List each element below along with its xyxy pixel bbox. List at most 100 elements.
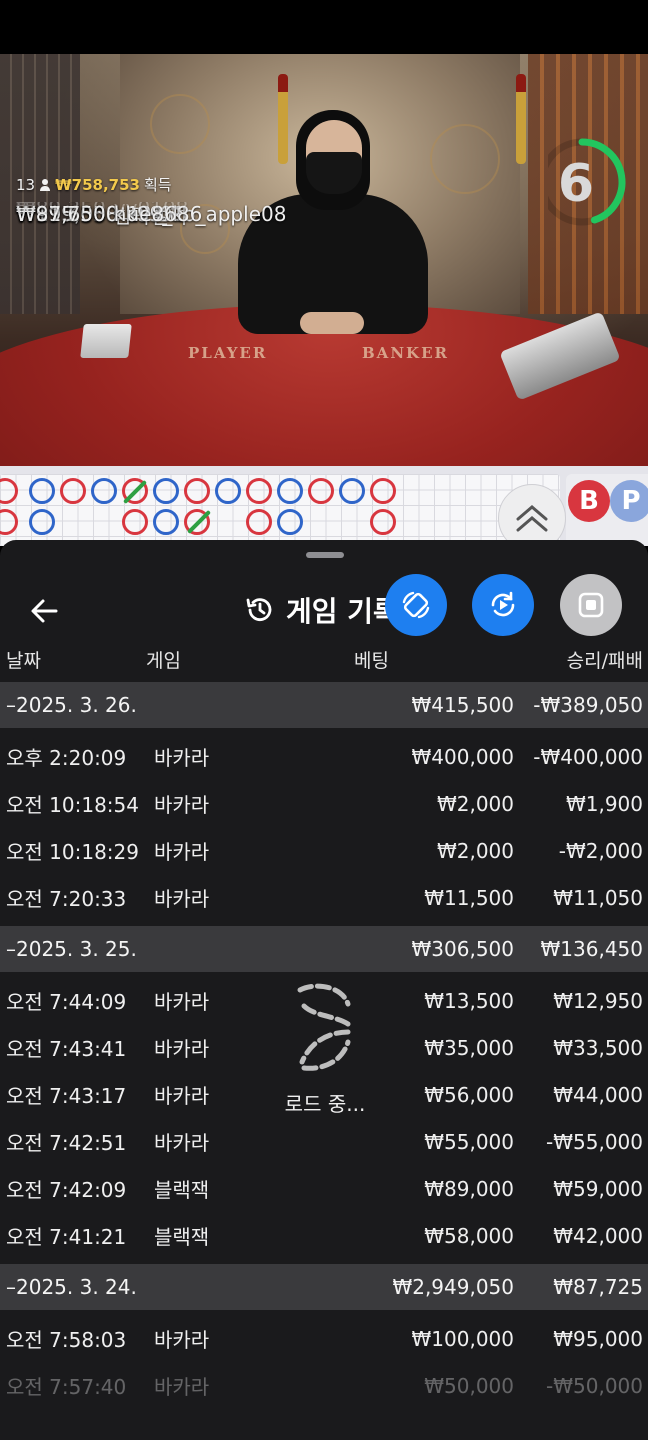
banker-ring: [184, 478, 210, 504]
row-game: 바카라: [154, 840, 210, 864]
history-row[interactable]: 오전 7:42:51 바카라 ₩55,000 -₩55,000: [0, 1118, 648, 1165]
banker-ring: [308, 478, 334, 504]
title-group: 게임 기록: [244, 590, 399, 630]
countdown-seconds: 6: [557, 154, 595, 214]
loading-spinner-icon: [297, 983, 351, 1071]
col-date: 날짜: [6, 650, 41, 672]
countdown-timer: 6: [538, 132, 628, 232]
row-result: ₩33,500: [553, 1035, 643, 1060]
row-result: ₩12,950: [553, 988, 643, 1013]
banker-badge[interactable]: B: [568, 480, 610, 522]
date-group-header[interactable]: –2025. 3. 25. ₩306,500 ₩136,450: [0, 926, 648, 972]
stop-button[interactable]: [560, 574, 622, 636]
row-game: 블랙잭: [154, 1178, 210, 1202]
row-result: ₩44,000: [553, 1082, 643, 1107]
loading-text: 로드 중...: [284, 1092, 366, 1116]
group-result-total: -₩389,050: [533, 693, 643, 717]
replay-button[interactable]: [472, 574, 534, 636]
group-result-total: ₩87,725: [553, 1275, 643, 1299]
row-game: 바카라: [154, 1037, 210, 1061]
group-bet-total: ₩2,949,050: [392, 1275, 514, 1299]
winner-name: vv0108: [113, 202, 189, 214]
row-time: 오전 10:18:29: [6, 840, 139, 864]
history-row[interactable]: 오전 10:18:54 바카라 ₩2,000 ₩1,900: [0, 780, 648, 827]
history-row[interactable]: 오후 2:20:09 바카라 ₩400,000 -₩400,000: [0, 733, 648, 780]
group-date: –2025. 3. 25.: [6, 937, 137, 961]
date-group-header[interactable]: –2025. 3. 24. ₩2,949,050 ₩87,725: [0, 1264, 648, 1310]
player-ring: [339, 478, 365, 504]
history-row[interactable]: 오전 10:18:29 바카라 ₩2,000 -₩2,000: [0, 827, 648, 874]
row-time: 오전 7:42:09: [6, 1178, 127, 1202]
row-game: 바카라: [154, 1131, 210, 1155]
winners-total: ₩758,753: [55, 175, 140, 194]
col-bet: 베팅: [354, 650, 389, 672]
replay-icon: [491, 591, 515, 617]
history-row[interactable]: 오전 7:41:21 블랙잭 ₩58,000 ₩42,000: [0, 1212, 648, 1259]
lotus-decoration: [150, 94, 210, 154]
row-result: -₩400,000: [533, 744, 643, 769]
row-result: -₩2,000: [558, 838, 643, 863]
row-time: 오전 7:41:21: [6, 1225, 127, 1249]
player-ring: [277, 509, 303, 535]
row-result: -₩55,000: [546, 1129, 643, 1154]
row-game: 바카라: [154, 1328, 210, 1352]
player-ring: [153, 478, 179, 504]
roadmap[interactable]: B P: [0, 466, 648, 552]
player-ring: [91, 478, 117, 504]
row-bet: ₩55,000: [424, 1129, 514, 1154]
row-time: 오전 10:18:54: [6, 793, 139, 817]
drag-handle[interactable]: [306, 552, 344, 558]
banker-ring: [246, 478, 272, 504]
row-bet: ₩35,000: [424, 1035, 514, 1060]
group-bet-total: ₩306,500: [411, 937, 514, 961]
row-bet: ₩2,000: [436, 791, 514, 816]
row-game: 바카라: [154, 746, 210, 770]
page-title: 게임 기록: [286, 595, 399, 628]
dealer-hands: [300, 312, 364, 334]
tassel-decoration: [278, 74, 288, 164]
player-badge[interactable]: P: [610, 480, 648, 522]
row-time: 오전 7:58:03: [6, 1328, 127, 1352]
card-stack: [80, 324, 132, 358]
row-bet: ₩89,000: [424, 1176, 514, 1201]
banker-ring: [122, 509, 148, 535]
history-row[interactable]: 오전 7:42:09 블랙잭 ₩89,000 ₩59,000: [0, 1165, 648, 1212]
rotate-button[interactable]: [385, 574, 447, 636]
row-bet: ₩13,500: [424, 988, 514, 1013]
winner-amount: ₩89,250: [16, 202, 106, 214]
row-result: ₩11,050: [553, 885, 643, 910]
row-game: 바카라: [154, 1084, 210, 1108]
arrow-left-icon: [31, 599, 58, 623]
row-game: 바카라: [154, 887, 210, 911]
row-result: ₩59,000: [553, 1176, 643, 1201]
winners-count: 13: [16, 175, 36, 194]
banker-ring: [370, 478, 396, 504]
chevron-up-double-icon: [516, 505, 548, 532]
row-bet: ₩58,000: [424, 1223, 514, 1248]
date-group-header[interactable]: –2025. 3. 26. ₩415,500 -₩389,050: [0, 682, 648, 728]
row-time: 오전 7:43:41: [6, 1037, 127, 1061]
history-row[interactable]: 오전 7:57:40 바카라 ₩50,000 -₩50,000: [0, 1362, 648, 1409]
row-game: 바카라: [154, 990, 210, 1014]
banker-ring: [246, 509, 272, 535]
row-bet: ₩400,000: [411, 744, 514, 769]
player-ring: [215, 478, 241, 504]
group-result-total: ₩136,450: [540, 937, 643, 961]
row-bet: ₩100,000: [411, 1326, 514, 1351]
back-button[interactable]: [28, 596, 64, 626]
live-video: PLAYER BANKER 13 ₩758,753 획득 ₩199,558 12 ₩…: [0, 54, 648, 466]
row-bet: ₩56,000: [424, 1082, 514, 1107]
player-ring: [153, 509, 179, 535]
row-game: 블랙잭: [154, 1225, 210, 1249]
player-ring: [277, 478, 303, 504]
loading-indicator: 로드 중...: [270, 982, 380, 1117]
game-history-sheet: 게임 기록 날짜 게임 베팅 승리/패배 –2025. 3. 26. ₩415,…: [0, 540, 648, 1440]
history-row[interactable]: 오전 7:20:33 바카라 ₩11,500 ₩11,050: [0, 874, 648, 921]
lotus-decoration: [430, 124, 500, 194]
player-ring: [29, 509, 55, 535]
banker-ring: [370, 509, 396, 535]
history-row[interactable]: 오전 7:58:03 바카라 ₩100,000 ₩95,000: [0, 1315, 648, 1362]
row-game: 바카라: [154, 1375, 210, 1399]
row-game: 바카라: [154, 793, 210, 817]
rotate-icon: [402, 591, 430, 619]
